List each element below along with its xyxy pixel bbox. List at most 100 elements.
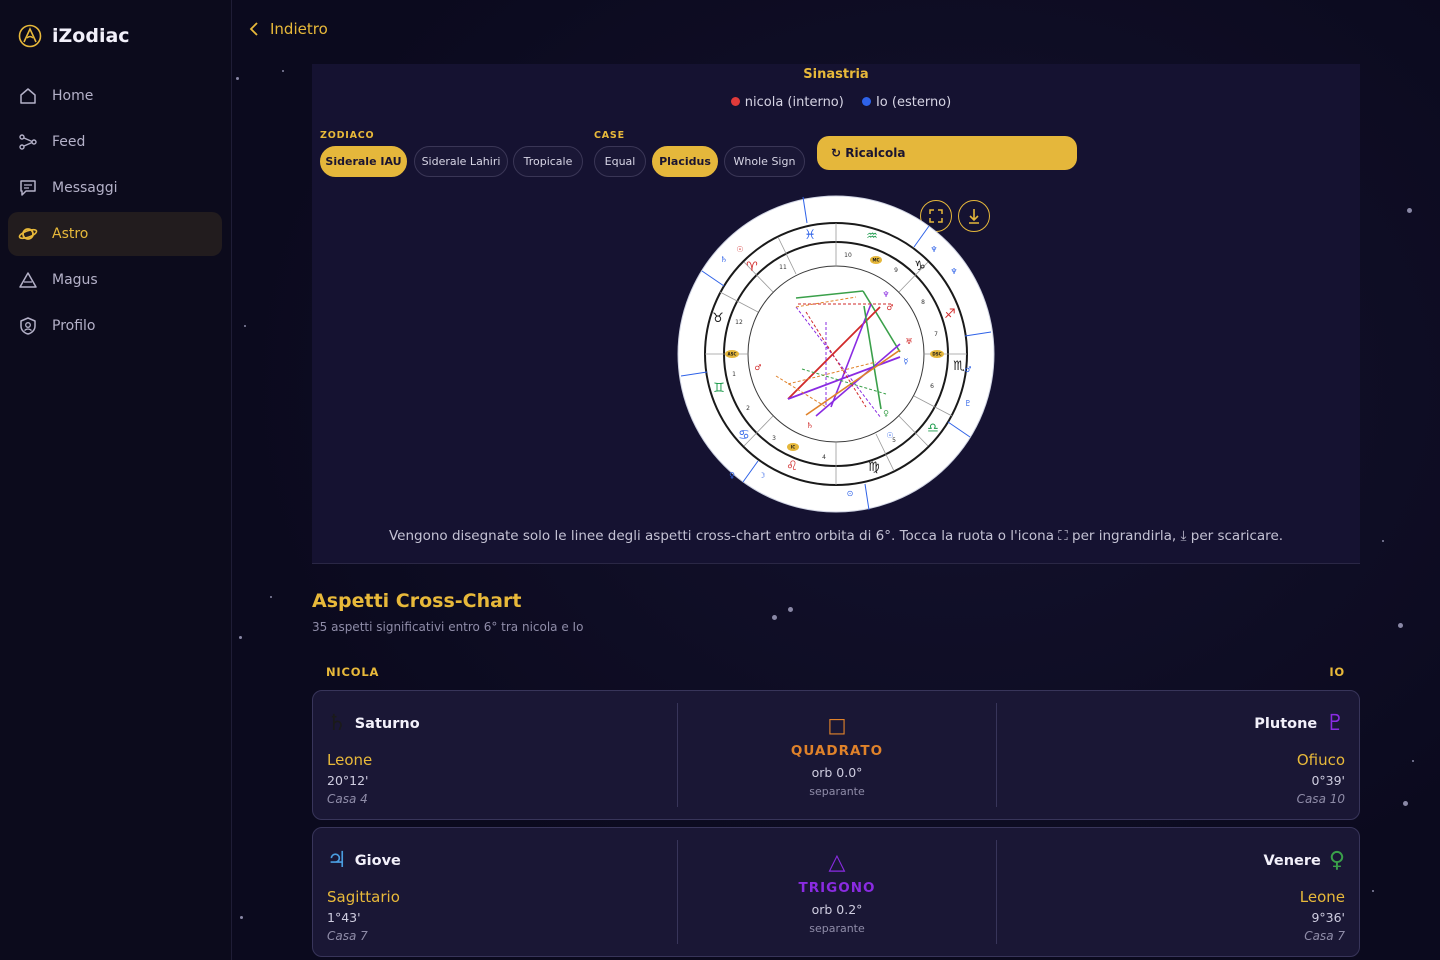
- svg-text:♄: ♄: [720, 255, 727, 264]
- left-planet: ♃ Giove: [327, 848, 401, 873]
- back-button[interactable]: Indietro: [248, 20, 328, 38]
- legend-inner-label: nicola (interno): [744, 95, 844, 110]
- aspects-subtitle: 35 aspetti significativi entro 6° tra ni…: [312, 620, 584, 634]
- svg-text:3: 3: [772, 435, 776, 442]
- synastry-wheel[interactable]: ♓ ♒ ♑ ♐ ♏ ♎ ♍ ♌ ♋ ♊ ♉ ♈ 101112 123 456 7…: [676, 194, 996, 514]
- sidebar-item-messages[interactable]: Messaggi: [8, 166, 222, 210]
- house-option-whole-sign[interactable]: Whole Sign: [724, 146, 805, 177]
- feed-icon: [19, 134, 37, 150]
- brand[interactable]: iZodiac: [18, 24, 130, 48]
- svg-text:7: 7: [934, 331, 938, 338]
- svg-text:8: 8: [921, 299, 925, 306]
- svg-text:4: 4: [822, 454, 826, 461]
- profile-icon: [20, 317, 36, 335]
- venus-icon: ♀: [1328, 848, 1345, 873]
- chevron-left-icon: [249, 22, 258, 36]
- svg-text:♂: ♂: [754, 363, 761, 372]
- svg-text:♎: ♎: [927, 421, 939, 436]
- right-house: Casa 7: [1304, 929, 1345, 943]
- sidebar-item-label: Feed: [52, 134, 86, 150]
- sidebar-item-label: Magus: [52, 272, 98, 288]
- aspect-name: QUADRATO: [790, 743, 884, 759]
- svg-text:♐: ♐: [944, 307, 956, 322]
- svg-text:IC: IC: [791, 445, 795, 450]
- svg-text:♈: ♈: [746, 260, 758, 275]
- chart-title: Sinastria: [803, 67, 869, 82]
- svg-text:2: 2: [746, 405, 750, 412]
- zodiac-option-tropicale[interactable]: Tropicale: [513, 146, 583, 177]
- svg-text:♋: ♋: [738, 428, 750, 443]
- aspect-orb: orb 0.2°: [811, 902, 863, 917]
- svg-text:1: 1: [732, 371, 736, 378]
- jupiter-icon: ♃: [327, 848, 347, 873]
- card-divider: [996, 703, 997, 807]
- left-sign: Leone: [327, 751, 373, 769]
- right-degree: 0°39': [1311, 773, 1345, 788]
- svg-text:☿: ☿: [904, 357, 909, 366]
- zodiac-group-label: ZODIACO: [320, 130, 375, 141]
- brand-name: iZodiac: [52, 25, 130, 47]
- sidebar-item-home[interactable]: Home: [8, 74, 222, 118]
- right-house: Casa 10: [1296, 792, 1345, 806]
- legend-dot-outer: [861, 97, 871, 106]
- right-planet: Venere ♀: [1263, 848, 1345, 873]
- left-planet-name: Giove: [354, 852, 401, 869]
- right-sign: Ofiuco: [1296, 751, 1345, 769]
- svg-text:♄: ♄: [806, 421, 813, 430]
- svg-text:MC: MC: [873, 258, 880, 263]
- svg-text:♍: ♍: [868, 460, 880, 475]
- aspect-card[interactable]: ♃ Giove Sagittario 1°43' Casa 7 △ TRIGON…: [312, 827, 1360, 957]
- left-planet: ♄ Saturno: [327, 711, 420, 736]
- aspect-kind: separante: [809, 922, 865, 935]
- svg-text:♆: ♆: [950, 267, 957, 276]
- sidebar-item-label: Profilo: [52, 318, 96, 334]
- home-icon: [20, 88, 36, 104]
- svg-text:♀: ♀: [883, 409, 889, 418]
- right-planet-name: Venere: [1263, 852, 1321, 869]
- house-option-equal[interactable]: Equal: [594, 146, 646, 177]
- chart-legend: nicola (interno) Io (esterno): [312, 95, 1360, 110]
- aspect-orb: orb 0.0°: [811, 765, 863, 780]
- sidebar-item-magus[interactable]: Magus: [8, 258, 222, 302]
- sidebar-item-feed[interactable]: Feed: [8, 120, 222, 164]
- svg-text:ASC: ASC: [728, 352, 737, 357]
- planet-icon: [18, 228, 38, 240]
- sidebar-item-label: Home: [52, 88, 94, 104]
- pyramid-icon: [19, 272, 37, 288]
- back-label: Indietro: [270, 20, 328, 38]
- right-column-header: IO: [1329, 665, 1345, 679]
- house-option-placidus[interactable]: Placidus: [652, 146, 718, 177]
- svg-text:♓: ♓: [804, 228, 816, 243]
- sidebar-item-astro[interactable]: Astro: [8, 212, 222, 256]
- svg-text:☉: ☉: [886, 431, 893, 440]
- zodiac-option-siderale-lahiri[interactable]: Siderale Lahiri: [414, 146, 508, 177]
- svg-text:♅: ♅: [905, 337, 912, 346]
- svg-text:♂: ♂: [964, 365, 971, 374]
- right-sign: Leone: [1299, 888, 1345, 906]
- svg-text:♀: ♀: [729, 471, 735, 480]
- zodiac-option-siderale-iau[interactable]: Siderale IAU: [320, 146, 407, 177]
- aspect-name: TRIGONO: [798, 880, 876, 896]
- svg-text:DSC: DSC: [932, 352, 941, 357]
- aspect-card[interactable]: ♄ Saturno Leone 20°12' Casa 4 □ QUADRATO…: [312, 690, 1360, 820]
- aspect-center: □ QUADRATO orb 0.0° separante: [678, 713, 996, 798]
- aspects-title: Aspetti Cross-Chart: [312, 590, 522, 612]
- square-aspect-icon: □: [827, 713, 847, 737]
- aspect-kind: separante: [809, 785, 865, 798]
- aspect-center: △ TRIGONO orb 0.2° separante: [678, 850, 996, 935]
- svg-text:♑: ♑: [914, 259, 926, 274]
- svg-text:10: 10: [844, 252, 852, 259]
- svg-text:☽: ☽: [758, 471, 765, 480]
- recalc-button[interactable]: ↻ Ricalcola: [817, 136, 1077, 170]
- svg-text:☉: ☉: [736, 245, 743, 254]
- recalc-label: ↻ Ricalcola: [831, 146, 906, 160]
- legend-outer-label: Io (esterno): [875, 95, 952, 110]
- svg-text:♆: ♆: [882, 290, 889, 299]
- sidebar: iZodiac Home Feed Messaggi Astro Magus P…: [0, 0, 232, 960]
- sidebar-item-profile[interactable]: Profilo: [8, 304, 222, 348]
- svg-text:9: 9: [894, 267, 898, 274]
- right-degree: 9°36': [1311, 910, 1345, 925]
- left-planet-name: Saturno: [354, 715, 420, 732]
- svg-text:♊: ♊: [713, 381, 725, 396]
- chart-note: Vengono disegnate solo le linee degli as…: [388, 528, 1284, 544]
